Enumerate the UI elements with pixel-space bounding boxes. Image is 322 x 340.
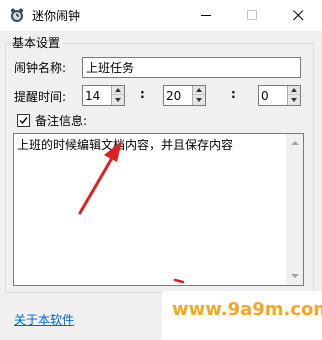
about-link[interactable]: 关于本软件 bbox=[14, 312, 74, 328]
group-title: 基本设置 bbox=[10, 35, 63, 51]
minute-value: 20 bbox=[166, 89, 182, 103]
app-window: 迷你闹钟 基本设置 闹钟名称: 提醒时间: 14 : bbox=[0, 0, 322, 340]
title-bar[interactable]: 迷你闹钟 bbox=[0, 0, 322, 31]
remind-time-label: 提醒时间: bbox=[14, 90, 67, 104]
window-title: 迷你闹钟 bbox=[32, 9, 81, 23]
alarm-name-input[interactable] bbox=[82, 57, 301, 78]
time-separator: : bbox=[231, 87, 236, 101]
hour-up-button[interactable] bbox=[112, 86, 124, 95]
minute-up-button[interactable] bbox=[193, 86, 205, 95]
minimize-icon bbox=[201, 15, 211, 16]
minute-stepper[interactable]: 20 bbox=[163, 85, 206, 106]
scroll-down-arrow-icon[interactable] bbox=[291, 274, 299, 278]
note-text: 上班的时候编辑文档内容，并且保存内容 bbox=[17, 138, 234, 152]
second-down-button[interactable] bbox=[288, 95, 300, 105]
time-separator: : bbox=[140, 87, 145, 101]
alarm-name-label: 闹钟名称: bbox=[14, 61, 67, 75]
minute-stepper-buttons bbox=[192, 86, 205, 105]
hour-stepper[interactable]: 14 bbox=[82, 85, 125, 106]
minimize-button[interactable] bbox=[184, 0, 230, 31]
second-up-button[interactable] bbox=[288, 86, 300, 95]
alarm-clock-icon bbox=[9, 7, 25, 23]
note-label[interactable]: 备注信息: bbox=[35, 113, 87, 129]
note-scrollbar[interactable] bbox=[286, 134, 303, 285]
watermark-text: www.9a9m.com bbox=[172, 299, 322, 320]
hour-stepper-buttons bbox=[111, 86, 124, 105]
close-icon bbox=[293, 10, 304, 21]
maximize-button bbox=[230, 0, 276, 31]
scroll-up-arrow-icon[interactable] bbox=[291, 141, 299, 145]
hour-value: 14 bbox=[85, 89, 101, 103]
checkmark-icon bbox=[19, 117, 28, 125]
second-stepper[interactable]: 0 bbox=[258, 85, 301, 106]
second-value: 0 bbox=[261, 89, 269, 103]
second-stepper-buttons bbox=[287, 86, 300, 105]
minute-down-button[interactable] bbox=[193, 95, 205, 105]
close-button[interactable] bbox=[276, 0, 322, 31]
maximize-icon bbox=[247, 10, 257, 20]
note-textarea[interactable]: 上班的时候编辑文档内容，并且保存内容 bbox=[13, 133, 304, 286]
hour-down-button[interactable] bbox=[112, 95, 124, 105]
note-checkbox[interactable] bbox=[17, 114, 30, 127]
